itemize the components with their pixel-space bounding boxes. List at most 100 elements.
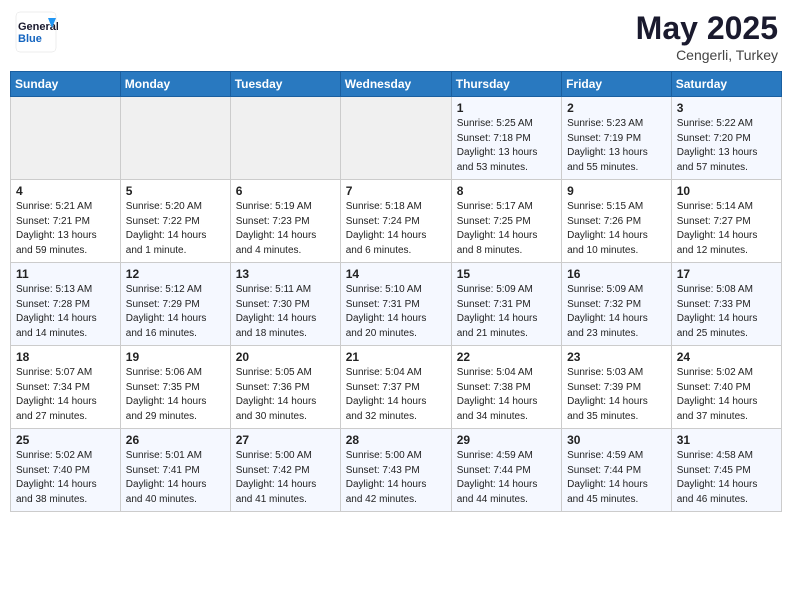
day-number: 11 bbox=[16, 267, 115, 281]
calendar-cell: 25Sunrise: 5:02 AM Sunset: 7:40 PM Dayli… bbox=[11, 429, 121, 512]
calendar-week-row: 1 Sunrise: 5:25 AM Sunset: 7:18 PM Daylig… bbox=[11, 97, 782, 180]
day-info: Sunrise: 5:09 AM Sunset: 7:32 PM Dayligh… bbox=[567, 283, 666, 341]
day-number: 4 bbox=[16, 184, 115, 198]
page-header: General Blue May 2025 Cengerli, Turkey bbox=[10, 10, 782, 63]
day-info: Sunrise: 5:02 AM Sunset: 7:40 PM Dayligh… bbox=[677, 366, 776, 424]
day-number: 19 bbox=[126, 350, 225, 364]
col-header-wednesday: Wednesday bbox=[340, 72, 451, 97]
calendar-cell: 8 Sunrise: 5:17 AM Sunset: 7:25 PM Daylig… bbox=[451, 180, 561, 263]
logo: General Blue bbox=[14, 10, 58, 54]
day-info: Sunrise: 4:58 AM Sunset: 7:45 PM Dayligh… bbox=[677, 449, 776, 507]
day-info: Sunrise: 5:01 AM Sunset: 7:41 PM Dayligh… bbox=[126, 449, 225, 507]
day-info: Sunrise: 5:15 AM Sunset: 7:26 PM Dayligh… bbox=[567, 200, 666, 258]
col-header-tuesday: Tuesday bbox=[230, 72, 340, 97]
day-info: Sunrise: 5:05 AM Sunset: 7:36 PM Dayligh… bbox=[236, 366, 335, 424]
calendar-cell bbox=[230, 97, 340, 180]
calendar-cell bbox=[11, 97, 121, 180]
day-info: Sunrise: 5:25 AM Sunset: 7:18 PM Dayligh… bbox=[457, 117, 556, 175]
calendar-cell: 13 Sunrise: 5:11 AM Sunset: 7:30 PM Dayli… bbox=[230, 263, 340, 346]
calendar-cell: 29Sunrise: 4:59 AM Sunset: 7:44 PM Dayli… bbox=[451, 429, 561, 512]
day-number: 10 bbox=[677, 184, 776, 198]
day-number: 23 bbox=[567, 350, 666, 364]
col-header-friday: Friday bbox=[562, 72, 672, 97]
col-header-saturday: Saturday bbox=[671, 72, 781, 97]
calendar-cell: 10 Sunrise: 5:14 AM Sunset: 7:27 PM Dayli… bbox=[671, 180, 781, 263]
calendar-cell: 5 Sunrise: 5:20 AM Sunset: 7:22 PM Daylig… bbox=[120, 180, 230, 263]
svg-text:Blue: Blue bbox=[18, 33, 42, 45]
day-number: 5 bbox=[126, 184, 225, 198]
day-number: 20 bbox=[236, 350, 335, 364]
day-number: 31 bbox=[677, 433, 776, 447]
calendar-cell: 31 Sunrise: 4:58 AM Sunset: 7:45 PM Dayli… bbox=[671, 429, 781, 512]
calendar-cell: 11 Sunrise: 5:13 AM Sunset: 7:28 PM Dayli… bbox=[11, 263, 121, 346]
calendar-cell: 12 Sunrise: 5:12 AM Sunset: 7:29 PM Dayli… bbox=[120, 263, 230, 346]
calendar-cell: 19Sunrise: 5:06 AM Sunset: 7:35 PM Dayli… bbox=[120, 346, 230, 429]
day-number: 22 bbox=[457, 350, 556, 364]
calendar-week-row: 11 Sunrise: 5:13 AM Sunset: 7:28 PM Dayli… bbox=[11, 263, 782, 346]
calendar-cell: 23 Sunrise: 5:03 AM Sunset: 7:39 PM Dayli… bbox=[562, 346, 672, 429]
day-number: 17 bbox=[677, 267, 776, 281]
day-info: Sunrise: 5:21 AM Sunset: 7:21 PM Dayligh… bbox=[16, 200, 115, 258]
day-info: Sunrise: 5:22 AM Sunset: 7:20 PM Dayligh… bbox=[677, 117, 776, 175]
day-number: 3 bbox=[677, 101, 776, 115]
col-header-sunday: Sunday bbox=[11, 72, 121, 97]
day-number: 21 bbox=[346, 350, 446, 364]
calendar-cell: 30 Sunrise: 4:59 AM Sunset: 7:44 PM Dayli… bbox=[562, 429, 672, 512]
calendar-cell: 16 Sunrise: 5:09 AM Sunset: 7:32 PM Dayli… bbox=[562, 263, 672, 346]
calendar-header-row: SundayMondayTuesdayWednesdayThursdayFrid… bbox=[11, 72, 782, 97]
day-number: 13 bbox=[236, 267, 335, 281]
calendar-week-row: 4 Sunrise: 5:21 AM Sunset: 7:21 PM Daylig… bbox=[11, 180, 782, 263]
calendar-cell: 15 Sunrise: 5:09 AM Sunset: 7:31 PM Dayli… bbox=[451, 263, 561, 346]
calendar-cell: 18 Sunrise: 5:07 AM Sunset: 7:34 PM Dayli… bbox=[11, 346, 121, 429]
day-info: Sunrise: 5:08 AM Sunset: 7:33 PM Dayligh… bbox=[677, 283, 776, 341]
calendar-cell: 3 Sunrise: 5:22 AM Sunset: 7:20 PM Daylig… bbox=[671, 97, 781, 180]
day-info: Sunrise: 5:10 AM Sunset: 7:31 PM Dayligh… bbox=[346, 283, 446, 341]
day-number: 9 bbox=[567, 184, 666, 198]
day-number: 30 bbox=[567, 433, 666, 447]
day-info: Sunrise: 5:14 AM Sunset: 7:27 PM Dayligh… bbox=[677, 200, 776, 258]
calendar-week-row: 25Sunrise: 5:02 AM Sunset: 7:40 PM Dayli… bbox=[11, 429, 782, 512]
day-info: Sunrise: 5:09 AM Sunset: 7:31 PM Dayligh… bbox=[457, 283, 556, 341]
day-info: Sunrise: 5:17 AM Sunset: 7:25 PM Dayligh… bbox=[457, 200, 556, 258]
day-info: Sunrise: 5:07 AM Sunset: 7:34 PM Dayligh… bbox=[16, 366, 115, 424]
day-number: 26 bbox=[126, 433, 225, 447]
day-info: Sunrise: 5:13 AM Sunset: 7:28 PM Dayligh… bbox=[16, 283, 115, 341]
calendar-cell: 26 Sunrise: 5:01 AM Sunset: 7:41 PM Dayli… bbox=[120, 429, 230, 512]
day-info: Sunrise: 5:03 AM Sunset: 7:39 PM Dayligh… bbox=[567, 366, 666, 424]
calendar-cell: 9 Sunrise: 5:15 AM Sunset: 7:26 PM Daylig… bbox=[562, 180, 672, 263]
day-info: Sunrise: 5:04 AM Sunset: 7:37 PM Dayligh… bbox=[346, 366, 446, 424]
day-number: 18 bbox=[16, 350, 115, 364]
calendar-cell: 22 Sunrise: 5:04 AM Sunset: 7:38 PM Dayli… bbox=[451, 346, 561, 429]
day-info: Sunrise: 4:59 AM Sunset: 7:44 PM Dayligh… bbox=[567, 449, 666, 507]
day-number: 24 bbox=[677, 350, 776, 364]
calendar-cell: 4 Sunrise: 5:21 AM Sunset: 7:21 PM Daylig… bbox=[11, 180, 121, 263]
calendar-cell: 1 Sunrise: 5:25 AM Sunset: 7:18 PM Daylig… bbox=[451, 97, 561, 180]
calendar-cell bbox=[120, 97, 230, 180]
calendar-cell: 14 Sunrise: 5:10 AM Sunset: 7:31 PM Dayli… bbox=[340, 263, 451, 346]
day-number: 16 bbox=[567, 267, 666, 281]
calendar-cell: 20 Sunrise: 5:05 AM Sunset: 7:36 PM Dayli… bbox=[230, 346, 340, 429]
day-info: Sunrise: 5:11 AM Sunset: 7:30 PM Dayligh… bbox=[236, 283, 335, 341]
day-number: 14 bbox=[346, 267, 446, 281]
day-info: Sunrise: 5:12 AM Sunset: 7:29 PM Dayligh… bbox=[126, 283, 225, 341]
calendar-cell: 27Sunrise: 5:00 AM Sunset: 7:42 PM Dayli… bbox=[230, 429, 340, 512]
calendar-cell: 28Sunrise: 5:00 AM Sunset: 7:43 PM Dayli… bbox=[340, 429, 451, 512]
calendar-week-row: 18 Sunrise: 5:07 AM Sunset: 7:34 PM Dayli… bbox=[11, 346, 782, 429]
day-number: 15 bbox=[457, 267, 556, 281]
day-info: Sunrise: 5:02 AM Sunset: 7:40 PM Dayligh… bbox=[16, 449, 115, 507]
day-number: 2 bbox=[567, 101, 666, 115]
day-info: Sunrise: 5:04 AM Sunset: 7:38 PM Dayligh… bbox=[457, 366, 556, 424]
location-subtitle: Cengerli, Turkey bbox=[636, 47, 778, 63]
calendar-cell: 24 Sunrise: 5:02 AM Sunset: 7:40 PM Dayli… bbox=[671, 346, 781, 429]
day-info: Sunrise: 5:23 AM Sunset: 7:19 PM Dayligh… bbox=[567, 117, 666, 175]
day-number: 7 bbox=[346, 184, 446, 198]
day-info: Sunrise: 5:00 AM Sunset: 7:42 PM Dayligh… bbox=[236, 449, 335, 507]
day-number: 29 bbox=[457, 433, 556, 447]
day-number: 1 bbox=[457, 101, 556, 115]
day-number: 8 bbox=[457, 184, 556, 198]
day-info: Sunrise: 5:00 AM Sunset: 7:43 PM Dayligh… bbox=[346, 449, 446, 507]
day-number: 12 bbox=[126, 267, 225, 281]
title-block: May 2025 Cengerli, Turkey bbox=[636, 10, 778, 63]
day-info: Sunrise: 5:20 AM Sunset: 7:22 PM Dayligh… bbox=[126, 200, 225, 258]
calendar-cell: 21 Sunrise: 5:04 AM Sunset: 7:37 PM Dayli… bbox=[340, 346, 451, 429]
